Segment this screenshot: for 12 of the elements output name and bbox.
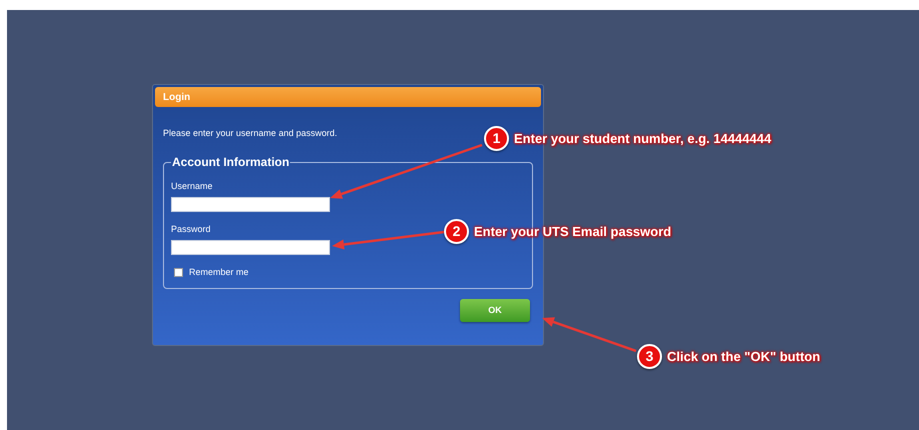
dialog-title: Login: [163, 90, 190, 104]
fieldset-legend: Account Information: [171, 155, 290, 169]
annotation-text: Click on the "OK" button: [667, 348, 820, 366]
input-field[interactable]: [171, 240, 330, 255]
field-label: Username: [171, 180, 213, 192]
instruction-text: Please enter your username and password.: [163, 127, 338, 139]
input-field[interactable]: [171, 197, 330, 212]
checkbox-label: Remember me: [189, 266, 249, 279]
annotation-text: Enter your student number, e.g. 14444444: [514, 130, 772, 148]
field-label: Password: [171, 223, 211, 235]
ok-button[interactable]: OK: [460, 299, 530, 322]
checkbox[interactable]: [174, 268, 183, 278]
